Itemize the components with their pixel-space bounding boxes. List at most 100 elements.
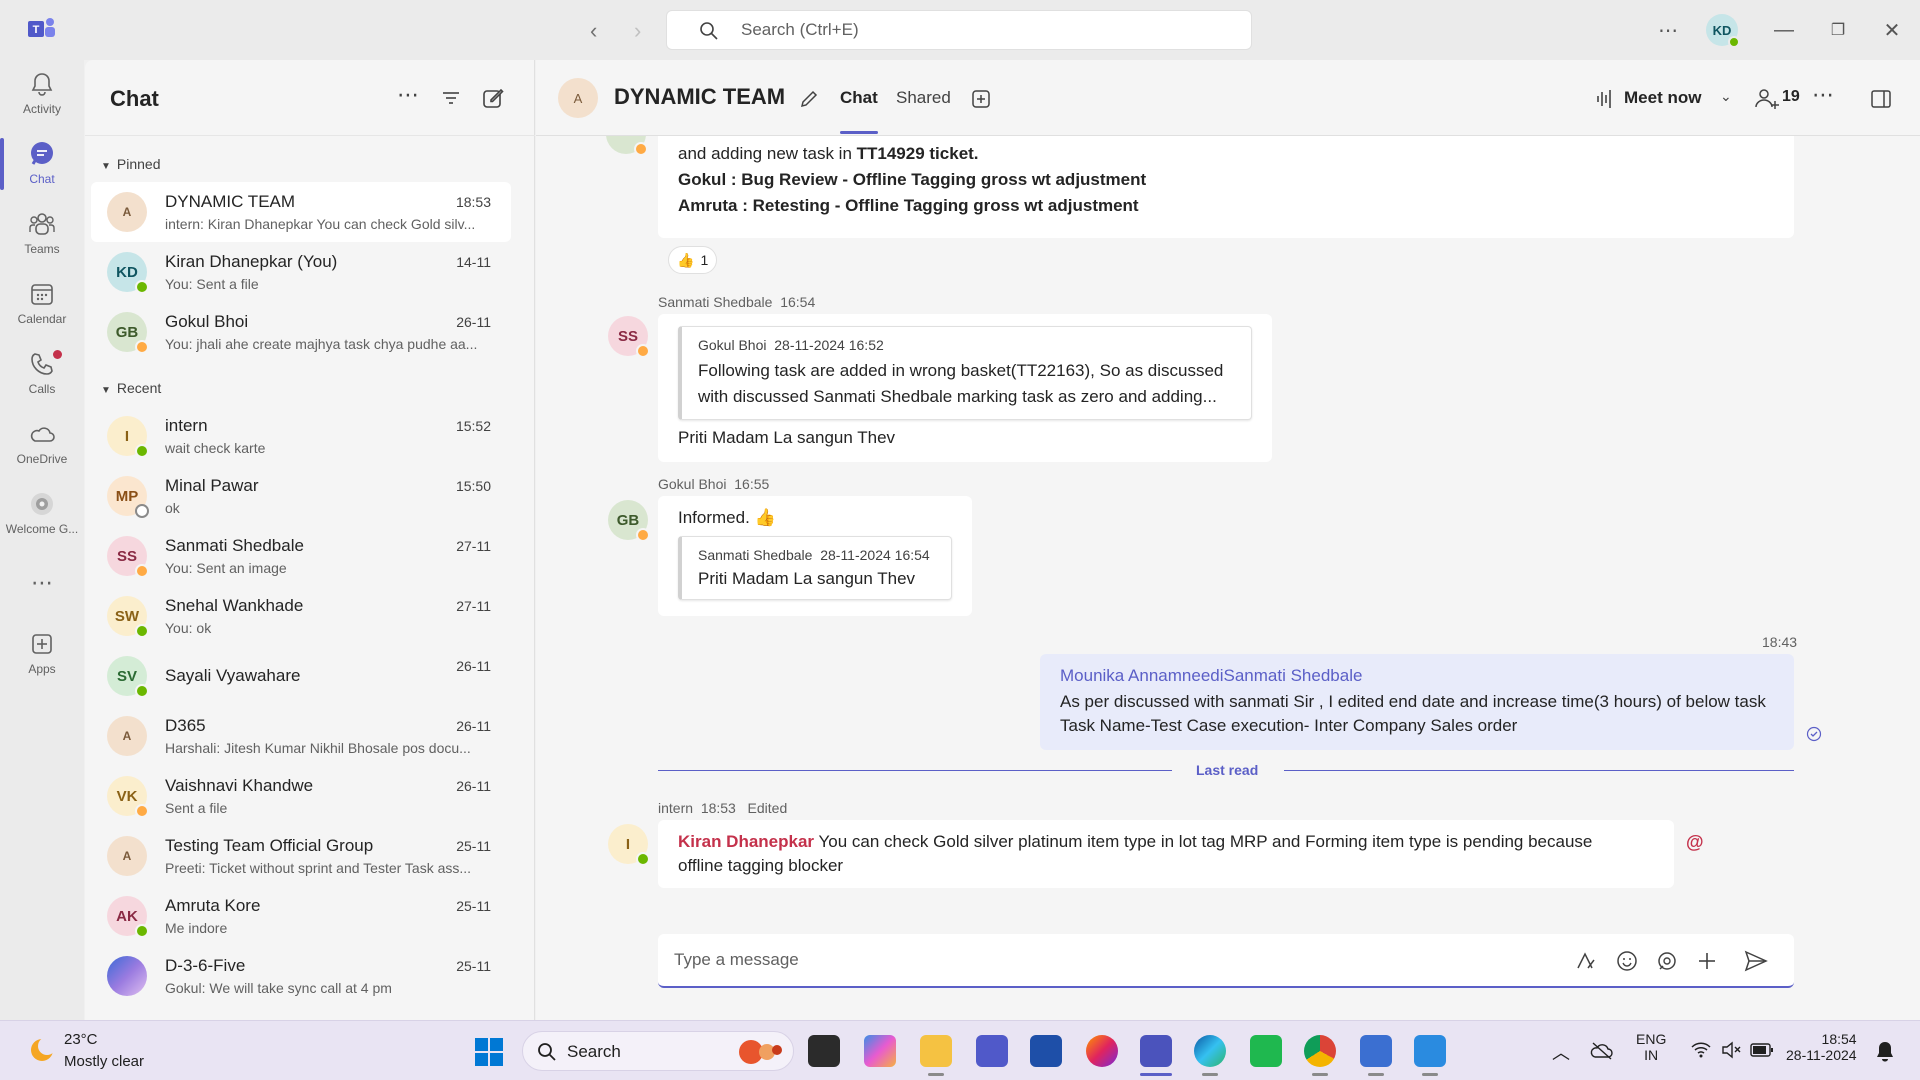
taskbar-app-teams-work-icon[interactable] bbox=[1140, 1035, 1172, 1067]
taskbar-app-file-explorer-icon[interactable] bbox=[920, 1035, 952, 1067]
close-button[interactable]: ✕ bbox=[1878, 16, 1906, 44]
tab-shared[interactable]: Shared bbox=[896, 88, 951, 108]
message-bubble[interactable]: Gokul Bhoi 28-11-2024 16:52 Following ta… bbox=[658, 314, 1272, 462]
chat-item-snehal-wankhade[interactable]: SW Snehal Wankhade 27-11 You: ok bbox=[91, 586, 511, 646]
taskbar-app-store-icon[interactable] bbox=[1030, 1035, 1062, 1067]
notification-bell-icon[interactable] bbox=[1874, 1039, 1896, 1063]
speaker-muted-icon[interactable] bbox=[1720, 1039, 1742, 1061]
taskbar-app-task-view-icon[interactable] bbox=[808, 1035, 840, 1067]
avatar: VK bbox=[107, 776, 149, 818]
presence-available-icon bbox=[135, 684, 149, 698]
rail-item-apps[interactable]: Apps bbox=[0, 630, 84, 676]
reaction-like[interactable]: 👍 1 bbox=[668, 246, 718, 274]
minimize-button[interactable]: — bbox=[1770, 16, 1798, 44]
message-text: As per discussed with sanmati Sir , I ed… bbox=[1060, 692, 1766, 711]
taskbar-search[interactable]: Search bbox=[522, 1031, 794, 1071]
loop-icon[interactable] bbox=[1656, 950, 1678, 972]
chat-item-amruta-kore[interactable]: AK Amruta Kore 25-11 Me indore bbox=[91, 886, 511, 946]
send-icon[interactable] bbox=[1744, 950, 1768, 972]
wifi-icon[interactable] bbox=[1690, 1039, 1712, 1061]
rail-item-calendar[interactable]: Calendar bbox=[0, 280, 84, 326]
plus-icon[interactable] bbox=[1696, 950, 1718, 972]
cloud-sync-icon[interactable] bbox=[1590, 1041, 1614, 1061]
my-message-bubble[interactable]: Mounika AnnamneediSanmati Shedbale As pe… bbox=[1040, 654, 1794, 750]
taskbar-app-notepad-icon[interactable] bbox=[1360, 1035, 1392, 1067]
avatar-initials: A bbox=[573, 90, 583, 106]
taskbar-app-green-icon[interactable] bbox=[1250, 1035, 1282, 1067]
side-panel-icon[interactable] bbox=[1870, 88, 1892, 110]
taskbar-app-edge-icon[interactable] bbox=[1194, 1035, 1226, 1067]
quoted-message[interactable]: Gokul Bhoi 28-11-2024 16:52 Following ta… bbox=[678, 326, 1252, 420]
back-arrow-icon[interactable]: ‹ bbox=[590, 18, 597, 44]
filter-icon[interactable] bbox=[439, 86, 463, 110]
restore-button[interactable]: ❐ bbox=[1824, 16, 1852, 44]
tab-chat[interactable]: Chat bbox=[840, 88, 878, 108]
chevron-down-icon[interactable]: ⌄ bbox=[1720, 88, 1732, 105]
battery-icon[interactable] bbox=[1750, 1041, 1774, 1059]
quoted-message[interactable]: Sanmati Shedbale 28-11-2024 16:54 Priti … bbox=[678, 536, 952, 600]
teams-logo-icon[interactable]: T bbox=[28, 16, 56, 42]
more-options-icon[interactable]: ⋯ bbox=[397, 82, 421, 107]
chat-item-gokul-bhoi[interactable]: GB Gokul Bhoi 26-11 You: jhali ahe creat… bbox=[91, 302, 511, 362]
recent-section-header[interactable]: ▼ Recent bbox=[101, 380, 161, 396]
chat-time: 25-11 bbox=[456, 958, 491, 974]
taskbar-app-copilot-icon[interactable] bbox=[864, 1035, 896, 1067]
chat-item-d365[interactable]: A D365 26-11 Harshali: Jitesh Kumar Nikh… bbox=[91, 706, 511, 766]
chat-item-sanmati-shedbale[interactable]: SS Sanmati Shedbale 27-11 You: Sent an i… bbox=[91, 526, 511, 586]
windows-start-icon[interactable] bbox=[474, 1037, 504, 1067]
rail-item-welcome[interactable]: Welcome G... bbox=[0, 490, 84, 536]
welcome-icon bbox=[31, 493, 53, 515]
more-apps-icon[interactable]: ⋯ bbox=[0, 570, 84, 596]
clock[interactable]: 18:54 28-11-2024 bbox=[1786, 1031, 1857, 1063]
format-icon[interactable] bbox=[1574, 950, 1596, 972]
show-hidden-icons-icon[interactable]: ︿ bbox=[1552, 1039, 1570, 1065]
taskbar-app-teams-icon[interactable] bbox=[976, 1035, 1008, 1067]
search-icon bbox=[700, 22, 718, 40]
participant-count[interactable]: 19 bbox=[1782, 88, 1800, 106]
meet-now-button[interactable]: Meet now bbox=[1624, 88, 1701, 108]
message-bubble[interactable]: Kiran Dhanepkar You can check Gold silve… bbox=[658, 820, 1674, 888]
rail-item-chat[interactable]: Chat bbox=[0, 140, 84, 186]
chat-item-testing-team[interactable]: A Testing Team Official Group 25-11 Pree… bbox=[91, 826, 511, 886]
rail-item-calls[interactable]: Calls bbox=[0, 350, 84, 396]
forward-arrow-icon[interactable]: › bbox=[634, 18, 641, 44]
mention[interactable]: Mounika AnnamneediSanmati Shedbale bbox=[1060, 666, 1362, 686]
rail-item-teams[interactable]: Teams bbox=[0, 210, 84, 256]
taskbar-app-whiteboard-icon[interactable] bbox=[1414, 1035, 1446, 1067]
chat-item-dynamic-team[interactable]: A DYNAMIC TEAM 18:53 intern: Kiran Dhane… bbox=[91, 182, 511, 242]
compose-box[interactable]: Type a message bbox=[658, 934, 1794, 988]
rail-item-onedrive[interactable]: OneDrive bbox=[0, 420, 84, 466]
weather-moon-icon[interactable] bbox=[26, 1035, 56, 1065]
user-avatar[interactable]: KD bbox=[1706, 14, 1740, 48]
pinned-section-header[interactable]: ▼ Pinned bbox=[101, 156, 161, 172]
message-bubble[interactable]: and adding new task in TT14929 ticket. G… bbox=[658, 136, 1794, 238]
taskbar-app-firefox-icon[interactable] bbox=[1086, 1035, 1118, 1067]
chat-item-kiran-dhanepkar[interactable]: KD Kiran Dhanepkar (You) 14-11 You: Sent… bbox=[91, 242, 511, 302]
search-input[interactable]: Search (Ctrl+E) bbox=[666, 10, 1252, 50]
rail-item-activity[interactable]: Activity bbox=[0, 70, 84, 116]
taskbar-app-chrome-icon[interactable] bbox=[1304, 1035, 1336, 1067]
new-chat-icon[interactable] bbox=[481, 86, 505, 110]
avatar-initials: A bbox=[122, 205, 132, 219]
chat-item-vaishnavi-khandwe[interactable]: VK Vaishnavi Khandwe 26-11 Sent a file bbox=[91, 766, 511, 826]
avatar-initials: KD bbox=[116, 263, 138, 281]
more-options-icon[interactable]: ⋯ bbox=[1654, 16, 1682, 44]
chat-item-intern[interactable]: I intern 15:52 wait check karte bbox=[91, 406, 511, 466]
add-tab-icon[interactable] bbox=[970, 88, 992, 110]
chat-item-sayali-vyawahare[interactable]: SV Sayali Vyawahare 26-11 bbox=[91, 646, 511, 706]
chat-name: Kiran Dhanepkar (You) bbox=[165, 252, 338, 271]
emoji-icon[interactable] bbox=[1616, 950, 1638, 972]
edit-pencil-icon[interactable] bbox=[798, 88, 820, 110]
more-options-icon[interactable]: ⋯ bbox=[1812, 82, 1834, 108]
rail-label: OneDrive bbox=[16, 452, 68, 466]
message-bubble[interactable]: Informed. 👍 Sanmati Shedbale 28-11-2024 … bbox=[658, 496, 972, 616]
chat-name: Vaishnavi Khandwe bbox=[165, 776, 314, 795]
mention[interactable]: Kiran Dhanepkar bbox=[678, 832, 814, 851]
language-indicator[interactable]: ENG IN bbox=[1636, 1031, 1666, 1063]
chat-item-minal-pawar[interactable]: MP Minal Pawar 15:50 ok bbox=[91, 466, 511, 526]
participants-icon[interactable] bbox=[1754, 87, 1780, 111]
chat-time: 15:50 bbox=[455, 478, 491, 494]
chat-item-d-3-6-five[interactable]: D-3-6-Five 25-11 Gokul: We will take syn… bbox=[91, 946, 511, 1006]
thumbs-up-icon: 👍 bbox=[677, 251, 695, 268]
message-input[interactable]: Type a message bbox=[674, 950, 799, 970]
